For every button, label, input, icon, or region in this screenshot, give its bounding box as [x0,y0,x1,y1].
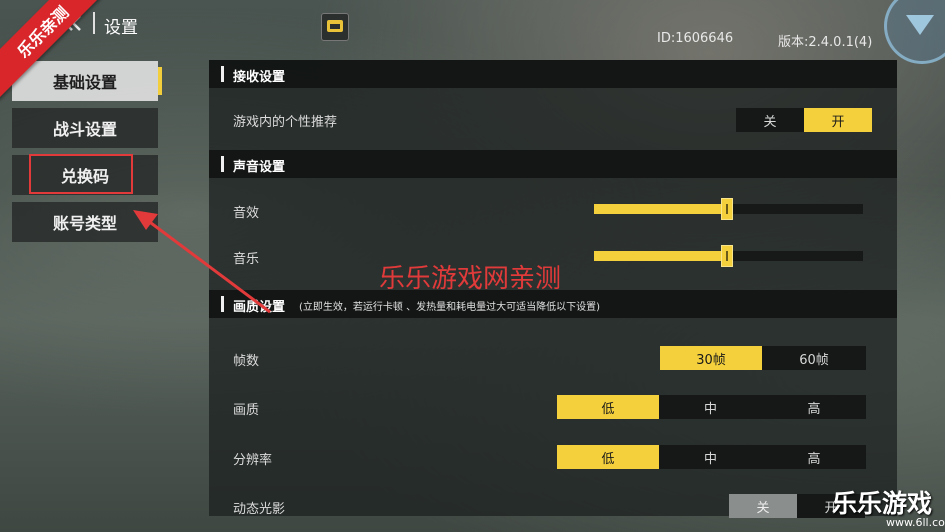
corner-watermark-title: 乐乐游戏 [832,489,933,518]
corner-watermark-url: www.6ll.com [886,516,945,529]
corner-watermark: 乐乐游戏 www.6ll.com [832,484,945,532]
center-watermark: 乐乐游戏网亲测 [379,264,562,294]
